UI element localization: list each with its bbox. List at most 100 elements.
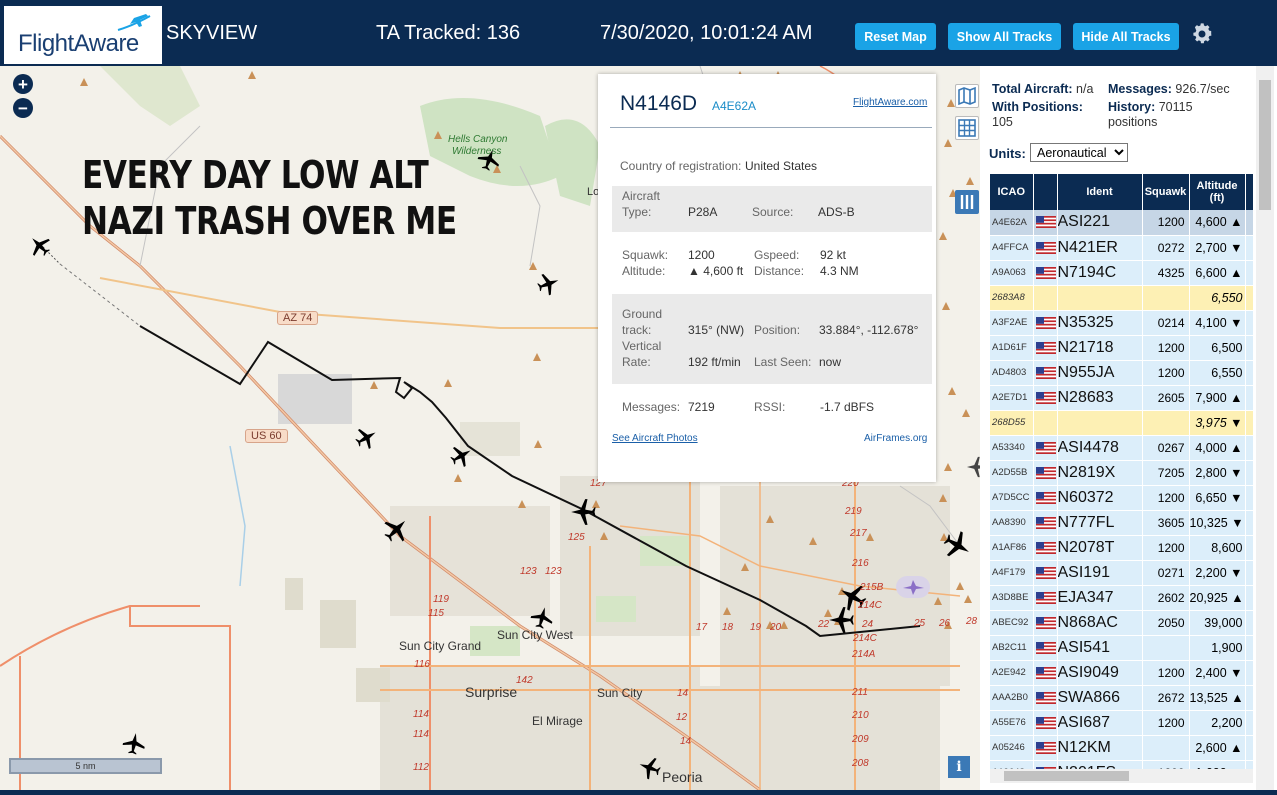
- cell-ident: ASI4478: [1057, 435, 1143, 461]
- table-row[interactable]: A4E62A ASI221 1200 4,600 ▲: [990, 210, 1253, 236]
- rssi-value: -1.7 dBFS: [820, 400, 875, 414]
- table-row[interactable]: A4FFCA N421ER 0272 2,700 ▼: [990, 235, 1253, 261]
- type-row: Aircraft Type: P28A Source: ADS-B: [612, 186, 932, 232]
- table-row[interactable]: AB2C11 ASI541 1,900: [990, 635, 1253, 661]
- cell-squawk: 2050: [1142, 610, 1190, 636]
- col-squawk[interactable]: Squawk: [1142, 174, 1190, 210]
- cell-squawk: 1200: [1142, 535, 1190, 561]
- type-label: Type:: [622, 205, 652, 219]
- table-row[interactable]: A9A063 N7194C 4325 6,600 ▲: [990, 260, 1253, 286]
- gear-icon[interactable]: [1190, 22, 1214, 46]
- history-stat-value: 70115: [1158, 100, 1193, 114]
- aircraft-icon[interactable]: [382, 516, 410, 544]
- table-row[interactable]: AAA2B0 SWA866 2672 13,525 ▲: [990, 685, 1253, 711]
- aircraft-icon[interactable]: [28, 234, 52, 258]
- info-button[interactable]: i: [948, 756, 970, 778]
- route-number: 142: [516, 675, 533, 686]
- position-value: 33.884°, -112.678°: [819, 323, 919, 337]
- messages-stat: Messages: 926.7/sec: [1108, 82, 1230, 96]
- cell-icao: A3D8BE: [990, 585, 1034, 611]
- horizontal-scrollbar[interactable]: [990, 769, 1253, 783]
- show-all-tracks-button[interactable]: Show All Tracks: [948, 23, 1061, 50]
- reset-map-button[interactable]: Reset Map: [855, 23, 936, 50]
- aircraft-icon[interactable]: [122, 732, 146, 756]
- table-row[interactable]: A2E942 ASI9049 1200 2,400 ▼: [990, 660, 1253, 686]
- table-row[interactable]: A3D8BE EJA347 2602 20,925 ▲: [990, 585, 1253, 611]
- scale-bar: 5 nm: [9, 758, 162, 774]
- table-row[interactable]: 2683A8 6,550: [990, 285, 1253, 311]
- altitude-value: ▲ 4,600 ft: [688, 264, 744, 278]
- grid-toggle-control[interactable]: [955, 116, 979, 140]
- route-number: 214A: [852, 649, 876, 660]
- cell-squawk: 0267: [1142, 435, 1190, 461]
- table-row[interactable]: A53340 ASI4478 0267 4,000 ▲: [990, 435, 1253, 461]
- cell-altitude: 2,400 ▼: [1189, 660, 1246, 686]
- cell-altitude: 7,900 ▲: [1189, 385, 1246, 411]
- cell-flag: [1033, 760, 1058, 769]
- route-number: 214C: [858, 600, 882, 611]
- aircraft-photos-link[interactable]: See Aircraft Photos: [612, 433, 698, 444]
- popup-divider: [610, 127, 932, 128]
- table-row[interactable]: AA8390 N777FL 3605 10,325 ▼: [990, 510, 1253, 536]
- units-select[interactable]: Aeronautical: [1030, 143, 1128, 162]
- history-stat: History: 70115: [1108, 100, 1193, 114]
- column-toggle-control[interactable]: [955, 190, 979, 214]
- zoom-out-button[interactable]: −: [13, 98, 33, 118]
- place-label: El Mirage: [532, 714, 583, 728]
- aircraft-icon[interactable]: [530, 606, 554, 630]
- scrollbar-thumb[interactable]: [1004, 771, 1129, 781]
- table-row[interactable]: A4F179 ASI191 0271 2,200 ▼: [990, 560, 1253, 586]
- lastseen-label: Last Seen:: [754, 355, 812, 369]
- table-row[interactable]: A2D55B N2819X 7205 2,800 ▼: [990, 460, 1253, 486]
- altitude-label: Altitude:: [622, 264, 666, 278]
- scrollbar-thumb[interactable]: [1259, 80, 1271, 210]
- place-label: Surprise: [465, 684, 518, 700]
- place-label: Sun City West: [497, 628, 573, 642]
- cell-altitude: 6,550: [1189, 360, 1246, 386]
- zoom-in-button[interactable]: +: [13, 74, 33, 94]
- col-ident[interactable]: Ident: [1057, 174, 1143, 210]
- vertical-scrollbar[interactable]: [1256, 66, 1274, 790]
- aircraft-icon[interactable]: [354, 426, 378, 450]
- col-flag[interactable]: [1033, 174, 1058, 210]
- aircraft-icon[interactable]: [828, 606, 856, 634]
- cell-icao: A7D5CC: [990, 485, 1034, 511]
- place-label: Peoria: [662, 769, 703, 785]
- table-row[interactable]: A55E76 ASI687 1200 2,200: [990, 710, 1253, 736]
- aircraft-table-wrap[interactable]: ICAO Ident Squawk Altitude (ft) A4E62A ASI…: [990, 174, 1253, 769]
- cell-squawk: 7205: [1142, 460, 1190, 486]
- cell-altitude: 3,975 ▼: [1189, 410, 1246, 436]
- map-layer-control[interactable]: [955, 84, 979, 108]
- hide-all-tracks-button[interactable]: Hide All Tracks: [1073, 23, 1179, 50]
- aircraft-icon[interactable]: [536, 272, 560, 296]
- col-altitude[interactable]: Altitude (ft): [1189, 174, 1246, 210]
- aircraft-icon[interactable]: [638, 756, 662, 780]
- aircraft-icon[interactable]: [570, 498, 598, 526]
- vrate-label: Rate:: [622, 355, 651, 369]
- table-row[interactable]: A1AF86 N2078T 1200 8,600: [990, 535, 1253, 561]
- bottom-bar: [0, 790, 1277, 795]
- table-row[interactable]: A05246 N12KM 2,600 ▲: [990, 735, 1253, 761]
- table-row[interactable]: 268D55 3,975 ▼: [990, 410, 1253, 436]
- table-row[interactable]: A1D61F N21718 1200 6,500: [990, 335, 1253, 361]
- flightaware-link[interactable]: FlightAware.com: [853, 97, 927, 108]
- table-row[interactable]: A19648 N201FS12001,600 ▼: [990, 760, 1253, 769]
- airframes-link[interactable]: AirFrames.org: [864, 433, 927, 444]
- aircraft-icon[interactable]: [449, 444, 473, 468]
- cell-squawk: 2605: [1142, 385, 1190, 411]
- cell-squawk: [1142, 285, 1190, 311]
- col-icao[interactable]: ICAO: [990, 174, 1034, 210]
- route-number: 116: [414, 659, 430, 670]
- table-row[interactable]: AD4803 N955JA 1200 6,550: [990, 360, 1253, 386]
- aircraft-icon[interactable]: [942, 530, 972, 560]
- table-row[interactable]: A3F2AE N35325 0214 4,100 ▼: [990, 310, 1253, 336]
- cell-ident: N28683: [1057, 385, 1143, 411]
- table-row[interactable]: A2E7D1 N28683 2605 7,900 ▲: [990, 385, 1253, 411]
- table-row[interactable]: A7D5CC N60372 1200 6,650 ▼: [990, 485, 1253, 511]
- table-row[interactable]: ABEC92 N868AC 2050 39,000: [990, 610, 1253, 636]
- aircraft-icon[interactable]: [966, 456, 980, 478]
- table-header-row: ICAO Ident Squawk Altitude (ft): [990, 174, 1253, 210]
- flightaware-logo[interactable]: FlightAware: [4, 6, 162, 64]
- route-number: 17: [696, 622, 708, 633]
- cell-icao: A4E62A: [990, 210, 1034, 236]
